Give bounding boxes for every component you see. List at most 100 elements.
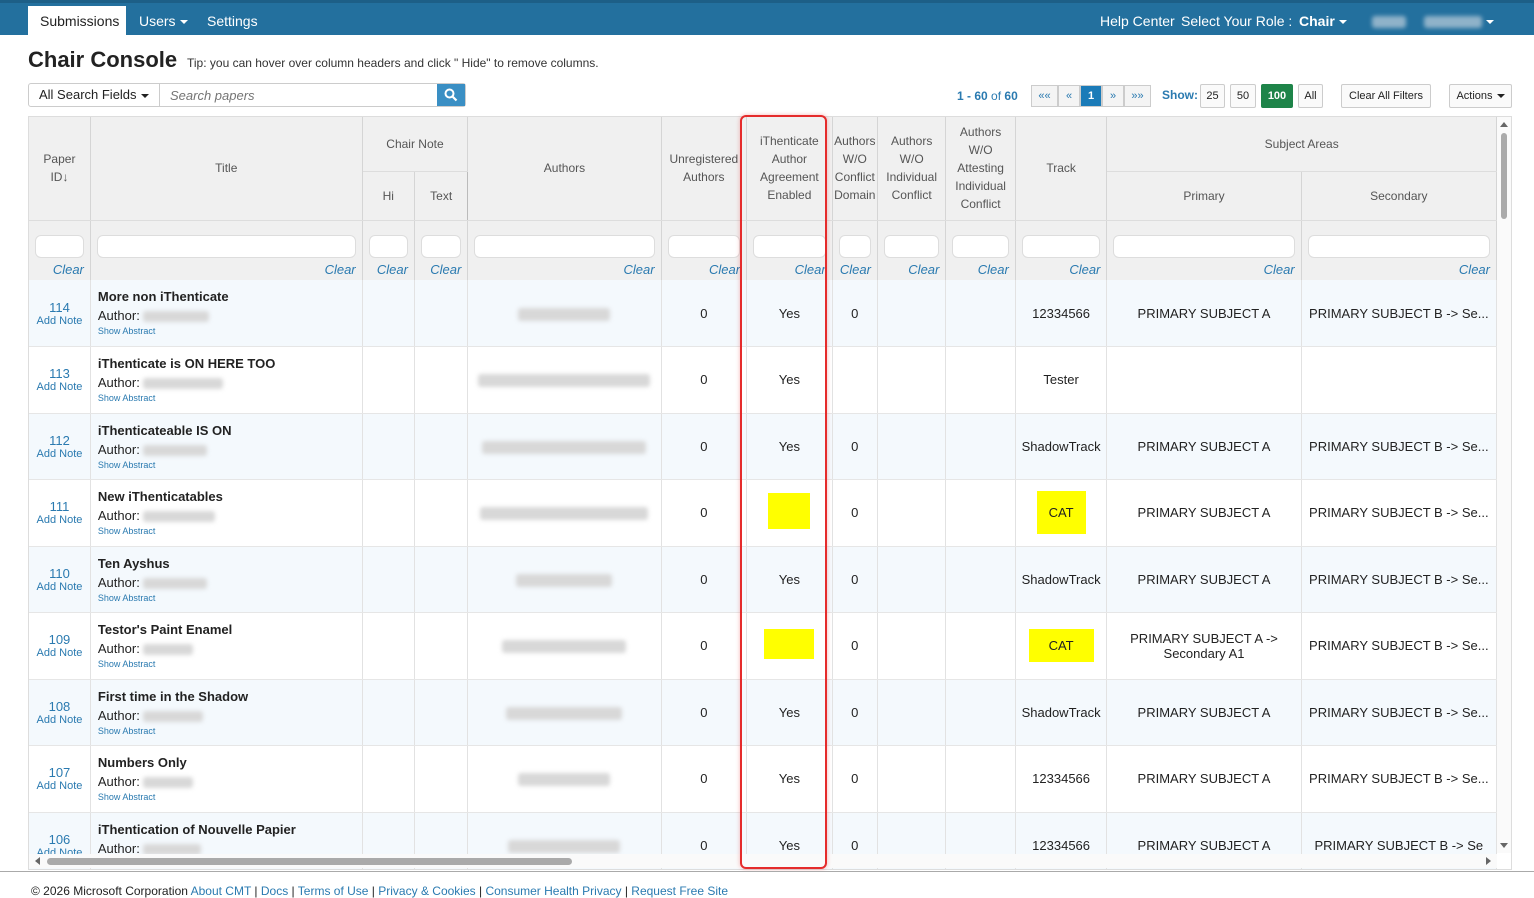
add-note-link[interactable]: Add Note <box>29 714 89 726</box>
show-abstract-link[interactable]: Show Abstract <box>98 792 361 802</box>
clear-filter-wo-domain[interactable]: Clear <box>839 262 871 277</box>
add-note-link[interactable]: Add Note <box>29 780 89 792</box>
show-abstract-link[interactable]: Show Abstract <box>98 393 361 403</box>
chair-note-text-cell[interactable] <box>414 280 469 347</box>
chair-note-text-cell[interactable] <box>414 413 469 480</box>
next-page-button[interactable]: » <box>1102 84 1124 107</box>
filter-input-paper-id[interactable] <box>35 234 84 258</box>
current-page-button[interactable]: 1 <box>1080 84 1102 107</box>
footer-link-docs[interactable]: Docs <box>261 884 288 898</box>
chair-note-hi-cell[interactable] <box>362 679 415 746</box>
search-field-select[interactable]: All Search Fields <box>29 84 160 106</box>
paper-title[interactable]: Testor's Paint Enamel <box>98 622 361 637</box>
search-input[interactable] <box>160 84 437 106</box>
chair-note-text-cell[interactable] <box>414 612 469 680</box>
filter-input-track[interactable] <box>1021 234 1101 258</box>
col-unregistered-authors[interactable]: Unregistered Authors <box>661 117 748 221</box>
filter-input-primary[interactable] <box>1113 234 1295 258</box>
chair-note-text-cell[interactable] <box>414 546 469 613</box>
prev-page-button[interactable]: « <box>1058 84 1080 107</box>
user-menu[interactable] <box>1360 6 1506 38</box>
paper-id[interactable]: 113 <box>49 366 70 381</box>
filter-input-unregistered[interactable] <box>667 234 741 258</box>
filter-input-secondary[interactable] <box>1307 234 1490 258</box>
show-abstract-link[interactable]: Show Abstract <box>98 593 361 603</box>
col-primary[interactable]: Primary <box>1106 171 1302 221</box>
paper-title[interactable]: New iThenticatables <box>98 489 361 504</box>
footer-link-request-site[interactable]: Request Free Site <box>631 884 728 898</box>
actions-dropdown[interactable]: Actions <box>1449 84 1512 108</box>
chair-note-text-cell[interactable] <box>414 679 469 746</box>
paper-id[interactable]: 107 <box>49 765 71 780</box>
filter-input-wo-domain[interactable] <box>838 234 871 258</box>
show-abstract-link[interactable]: Show Abstract <box>98 726 361 736</box>
paper-title[interactable]: iThenticateable IS ON <box>98 423 361 438</box>
add-note-link[interactable]: Add Note <box>29 647 89 659</box>
page-size-25[interactable]: 25 <box>1200 84 1225 108</box>
chair-note-hi-cell[interactable] <box>362 346 415 414</box>
add-note-link[interactable]: Add Note <box>29 315 89 327</box>
footer-link-terms[interactable]: Terms of Use <box>298 884 369 898</box>
clear-filter-authors[interactable]: Clear <box>474 262 654 277</box>
paper-title[interactable]: Numbers Only <box>98 755 361 770</box>
show-abstract-link[interactable]: Show Abstract <box>98 659 361 669</box>
chair-note-hi-cell[interactable] <box>362 612 415 680</box>
page-size-all[interactable]: All <box>1298 84 1323 108</box>
col-chair-note[interactable]: Chair Note <box>361 117 469 172</box>
col-hi[interactable]: Hi <box>361 171 415 221</box>
add-note-link[interactable]: Add Note <box>29 514 89 526</box>
clear-filter-paper-id[interactable]: Clear <box>35 262 84 277</box>
col-authors-wo-conflict-domain[interactable]: Authors W/O Conflict Domain <box>832 117 878 221</box>
tab-users[interactable]: Users <box>127 6 200 38</box>
show-abstract-link[interactable]: Show Abstract <box>98 326 361 336</box>
clear-filter-secondary[interactable]: Clear <box>1308 262 1490 277</box>
page-size-100[interactable]: 100 <box>1261 84 1293 108</box>
clear-filter-unregistered[interactable]: Clear <box>668 262 740 277</box>
horizontal-scroll-thumb[interactable] <box>47 858 572 865</box>
paper-title[interactable]: First time in the Shadow <box>98 689 361 704</box>
chair-note-hi-cell[interactable] <box>362 745 415 813</box>
clear-filter-ithenticate[interactable]: Clear <box>753 262 826 277</box>
col-paper-id[interactable]: Paper ID↓ <box>29 117 91 221</box>
col-track[interactable]: Track <box>1015 117 1108 221</box>
chair-note-hi-cell[interactable] <box>362 546 415 613</box>
col-text[interactable]: Text <box>414 171 469 221</box>
paper-id[interactable]: 114 <box>49 300 70 315</box>
chair-note-hi-cell[interactable] <box>362 280 415 347</box>
clear-filter-track[interactable]: Clear <box>1022 262 1100 277</box>
chair-note-hi-cell[interactable] <box>362 479 415 547</box>
paper-id[interactable]: 110 <box>49 566 70 581</box>
paper-id[interactable]: 111 <box>50 499 70 514</box>
chair-note-text-cell[interactable] <box>414 346 469 414</box>
role-dropdown[interactable]: Chair <box>1287 6 1359 38</box>
vertical-scroll-thumb[interactable] <box>1501 133 1507 219</box>
clear-filter-primary[interactable]: Clear <box>1113 262 1295 277</box>
vertical-scrollbar[interactable] <box>1497 117 1511 853</box>
add-note-link[interactable]: Add Note <box>29 381 89 393</box>
col-ithenticate[interactable]: iThenticate Author Agreement Enabled <box>746 117 833 221</box>
page-size-50[interactable]: 50 <box>1230 84 1256 108</box>
footer-link-health-privacy[interactable]: Consumer Health Privacy <box>485 884 621 898</box>
chair-note-text-cell[interactable] <box>414 745 469 813</box>
paper-id[interactable]: 108 <box>49 699 71 714</box>
filter-input-wo-individual[interactable] <box>883 234 940 258</box>
filter-input-wo-attesting[interactable] <box>952 234 1009 258</box>
footer-link-about[interactable]: About CMT <box>191 884 251 898</box>
col-authors-wo-attesting-conflict[interactable]: Authors W/O Attesting Individual Conflic… <box>945 117 1016 221</box>
col-authors[interactable]: Authors <box>467 117 662 221</box>
paper-id[interactable]: 109 <box>49 632 71 647</box>
col-secondary[interactable]: Secondary <box>1301 171 1498 221</box>
clear-filter-wo-individual[interactable]: Clear <box>884 262 939 277</box>
paper-title[interactable]: iThenticate is ON HERE TOO <box>98 356 361 371</box>
filter-input-authors[interactable] <box>474 234 655 258</box>
clear-filter-title[interactable]: Clear <box>97 262 356 277</box>
filter-input-text[interactable] <box>420 234 462 258</box>
first-page-button[interactable]: «« <box>1031 84 1058 107</box>
search-button[interactable] <box>437 84 465 106</box>
clear-filter-wo-attesting[interactable]: Clear <box>952 262 1009 277</box>
chair-note-hi-cell[interactable] <box>362 413 415 480</box>
filter-input-hi[interactable] <box>368 234 408 258</box>
add-note-link[interactable]: Add Note <box>29 448 89 460</box>
col-title[interactable]: Title <box>90 117 363 221</box>
add-note-link[interactable]: Add Note <box>29 581 89 593</box>
